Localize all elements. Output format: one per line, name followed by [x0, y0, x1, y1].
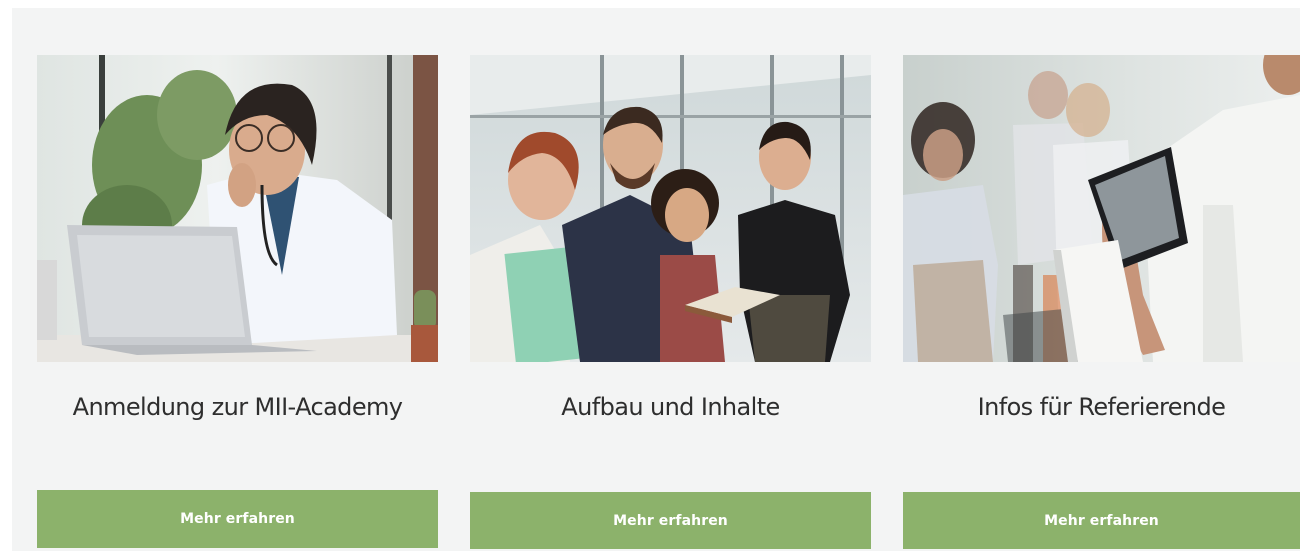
card-title: Aufbau und Inhalte [561, 393, 780, 421]
teaser-section: Anmeldung zur MII-Academy Mehr erfahren [12, 8, 1300, 551]
learn-more-button[interactable]: Mehr erfahren [903, 492, 1300, 549]
card-title: Anmeldung zur MII-Academy [72, 393, 403, 421]
group-of-colleagues-photo[interactable] [470, 55, 871, 362]
teaser-card-registration: Anmeldung zur MII-Academy Mehr erfahren [37, 55, 438, 548]
card-title: Infos für Referierende [977, 393, 1226, 421]
teaser-card-structure: Aufbau und Inhalte Mehr erfahren [470, 55, 871, 549]
learn-more-button[interactable]: Mehr erfahren [37, 490, 438, 548]
speaker-with-tablet-photo[interactable] [903, 55, 1300, 362]
doctor-at-laptop-photo[interactable] [37, 55, 438, 362]
learn-more-button[interactable]: Mehr erfahren [470, 492, 871, 549]
teaser-card-speakers: Infos für Referierende Mehr erfahren [903, 55, 1300, 549]
